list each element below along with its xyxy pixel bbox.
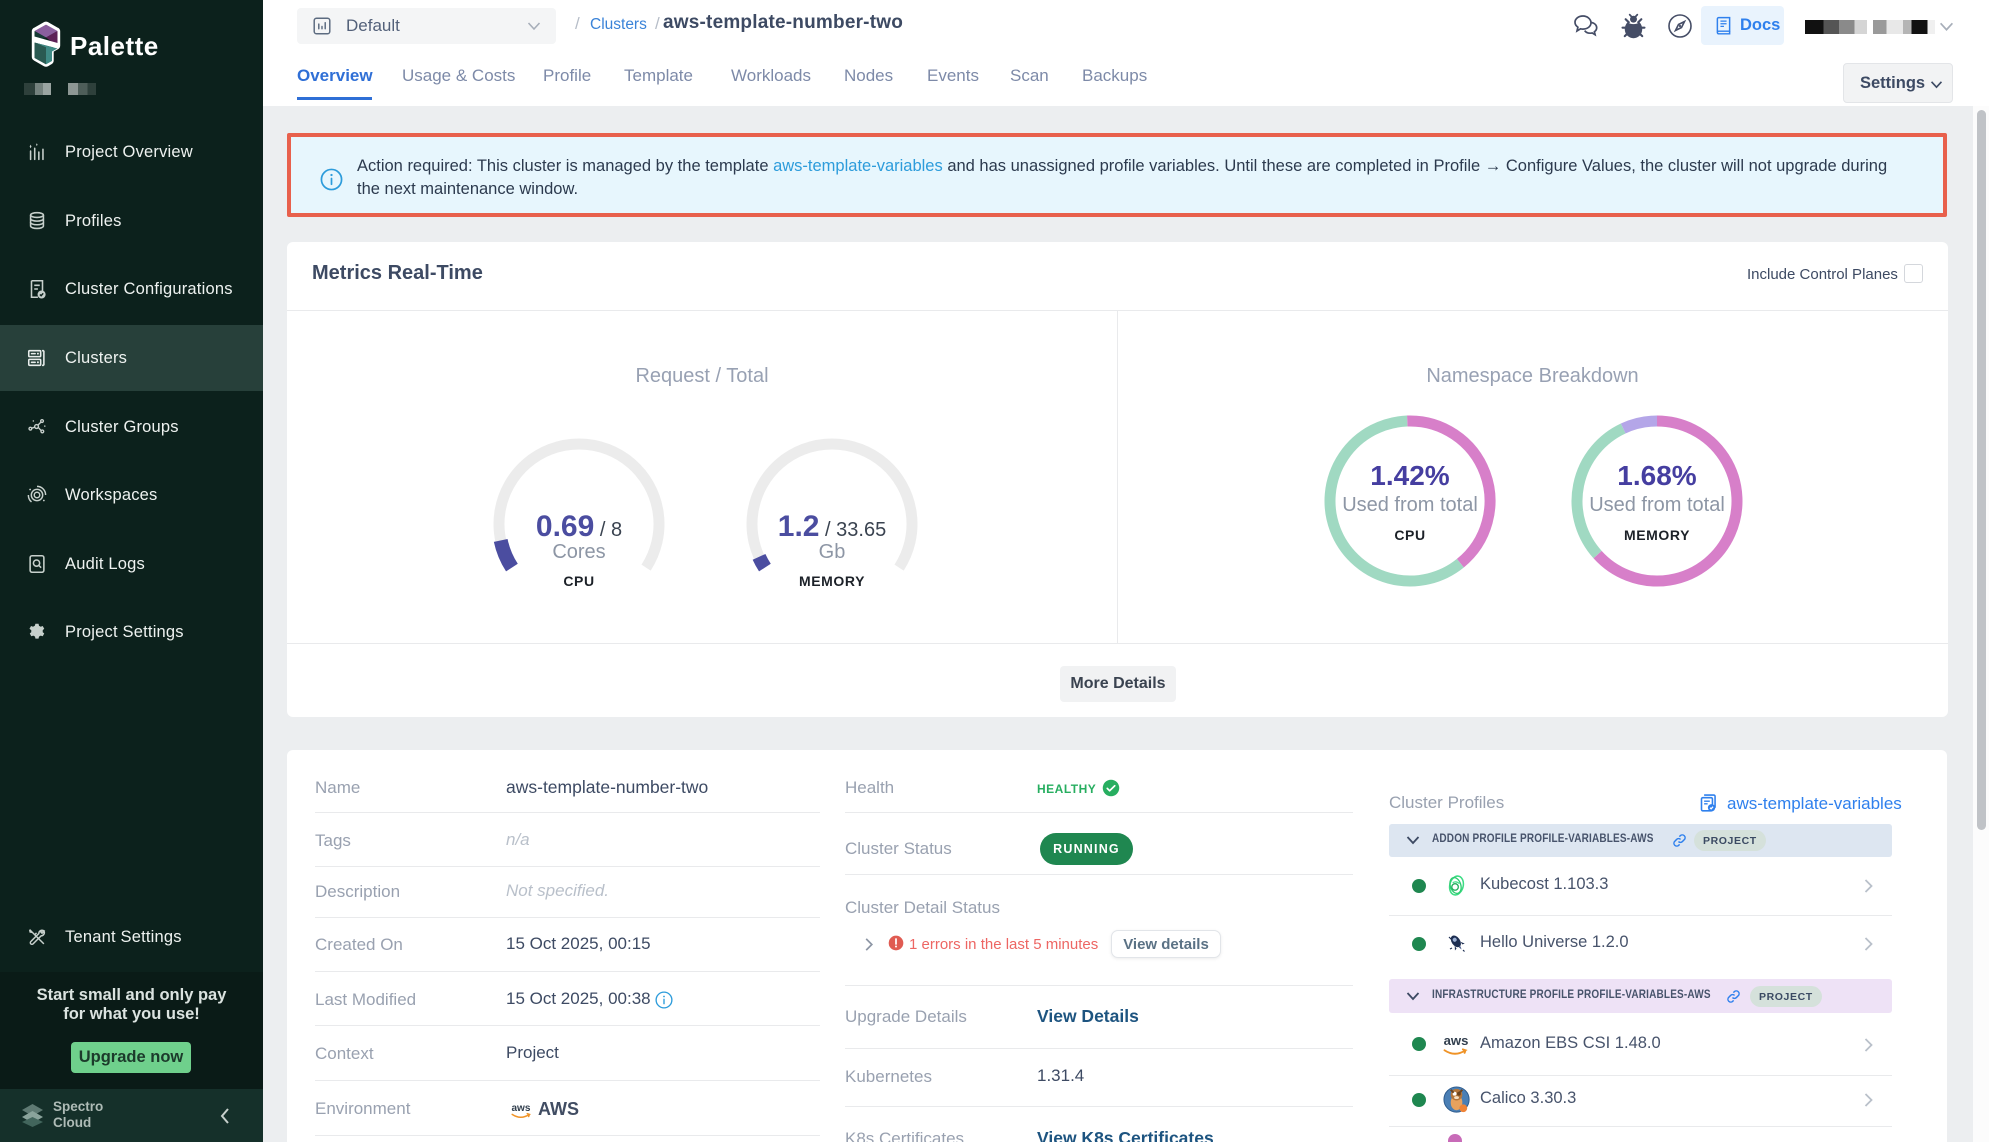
svg-text:aws: aws — [1444, 1033, 1469, 1048]
svg-text:aws: aws — [511, 1103, 530, 1114]
